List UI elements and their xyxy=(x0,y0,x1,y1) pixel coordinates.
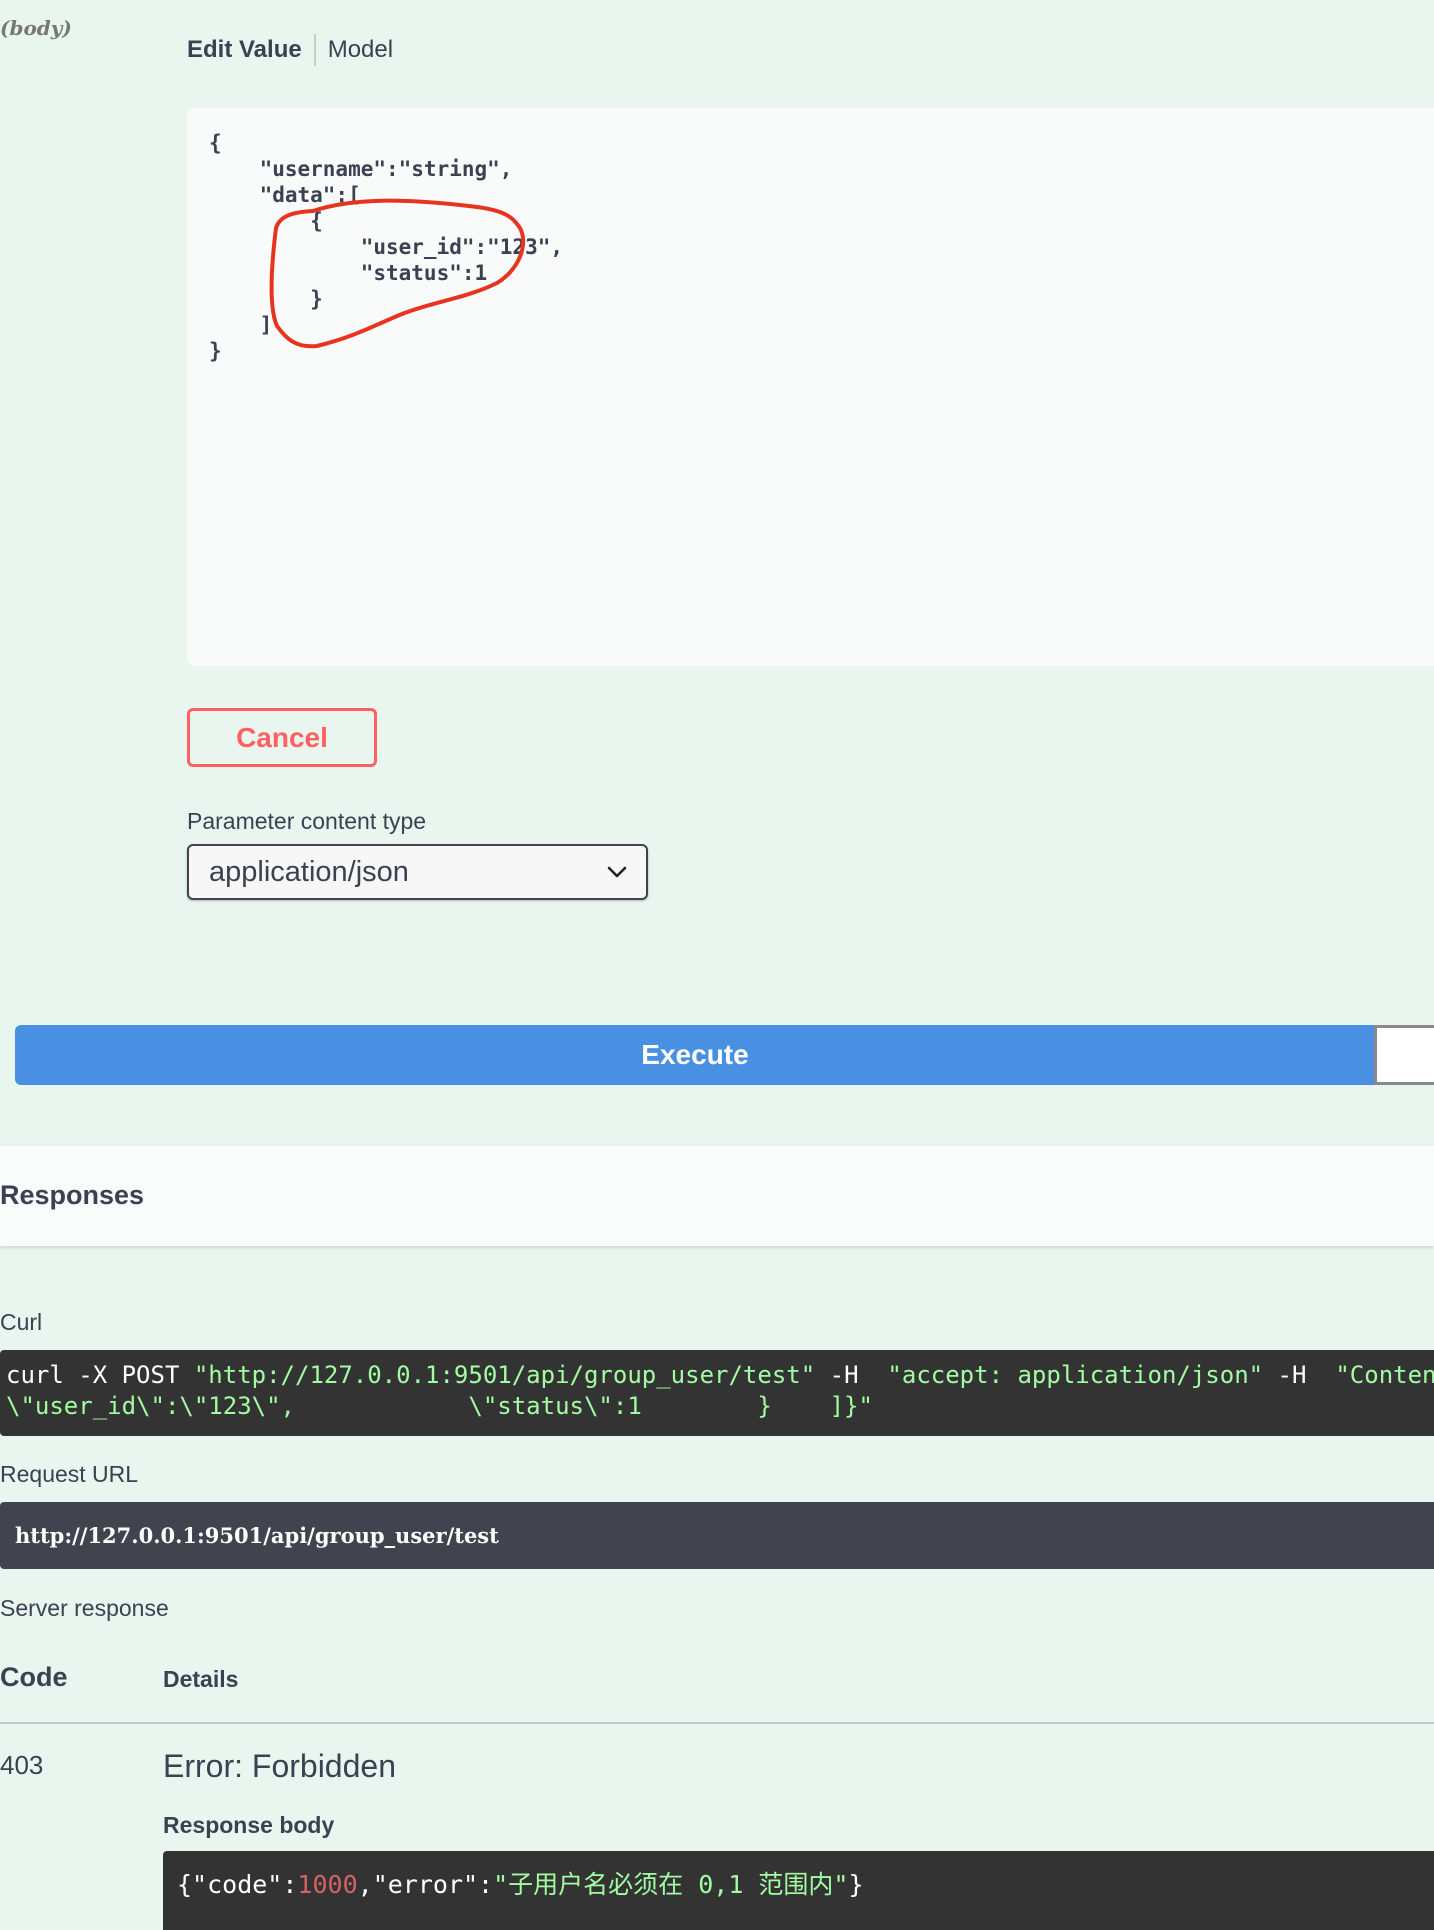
tab-edit-value[interactable]: Edit Value xyxy=(187,36,314,64)
curl-flag: -H xyxy=(815,1361,888,1389)
swagger-try-it-panel: (body) Edit Value Model { "username":"st… xyxy=(0,0,1434,1930)
request-body-text[interactable]: { "username":"string", "data":[ { "user_… xyxy=(187,108,1434,386)
json-key-code: {"code": xyxy=(177,1870,298,1899)
curl-code-block[interactable]: curl -X POST "http://127.0.0.1:9501/api/… xyxy=(0,1350,1434,1436)
curl-url: "http://127.0.0.1:9501/api/group_user/te… xyxy=(193,1361,816,1389)
curl-text: curl -X POST "http://127.0.0.1:9501/api/… xyxy=(6,1360,1434,1422)
responses-title: Responses xyxy=(0,1180,145,1210)
code-column-header: Code xyxy=(0,1662,68,1692)
responses-header: Responses xyxy=(0,1146,1434,1246)
curl-accept-header: "accept: application/json" xyxy=(887,1361,1264,1389)
json-key-error: ,"error": xyxy=(357,1870,494,1899)
execute-button[interactable]: Execute xyxy=(15,1025,1375,1085)
content-type-select[interactable]: application/json xyxy=(187,844,648,900)
body-tabs: Edit Value Model xyxy=(187,34,393,66)
details-column-header: Details xyxy=(163,1666,239,1692)
table-header-divider xyxy=(0,1722,1434,1724)
curl-flag: -H xyxy=(1263,1361,1336,1389)
tab-model[interactable]: Model xyxy=(316,36,393,64)
response-body-text: {"code":1000,"error":"子用户名必须在 0,1 范围内"} xyxy=(177,1870,864,1899)
status-code: 403 xyxy=(0,1750,44,1780)
curl-content-type-header: "Content-Type: application/json" xyxy=(1335,1361,1434,1389)
request-url-value: http://127.0.0.1:9501/api/group_user/tes… xyxy=(15,1523,499,1548)
clear-button[interactable] xyxy=(1374,1025,1434,1085)
curl-body-data: \"user_id\":\"123\", \"status\":1 } ]}" xyxy=(6,1392,873,1420)
json-code-value: 1000 xyxy=(297,1870,358,1899)
chevron-down-icon xyxy=(607,866,627,878)
cancel-button[interactable]: Cancel xyxy=(187,708,377,767)
content-type-label: Parameter content type xyxy=(187,808,427,834)
request-body-editor[interactable]: { "username":"string", "data":[ { "user_… xyxy=(187,108,1434,666)
response-body-block[interactable]: {"code":1000,"error":"子用户名必须在 0,1 范围内"} xyxy=(163,1851,1434,1930)
response-body-label: Response body xyxy=(163,1812,335,1838)
server-response-label: Server response xyxy=(0,1595,169,1621)
json-close-brace: } xyxy=(848,1870,864,1899)
content-type-value: application/json xyxy=(209,855,409,888)
request-url-label: Request URL xyxy=(0,1461,139,1487)
curl-command: curl -X POST xyxy=(6,1361,194,1389)
json-error-value: "子用户名必须在 0,1 范围内" xyxy=(493,1870,849,1899)
error-title: Error: Forbidden xyxy=(163,1748,396,1784)
request-url-block[interactable]: http://127.0.0.1:9501/api/group_user/tes… xyxy=(0,1502,1434,1569)
curl-label: Curl xyxy=(0,1309,43,1335)
param-location-hint: (body) xyxy=(0,16,72,40)
